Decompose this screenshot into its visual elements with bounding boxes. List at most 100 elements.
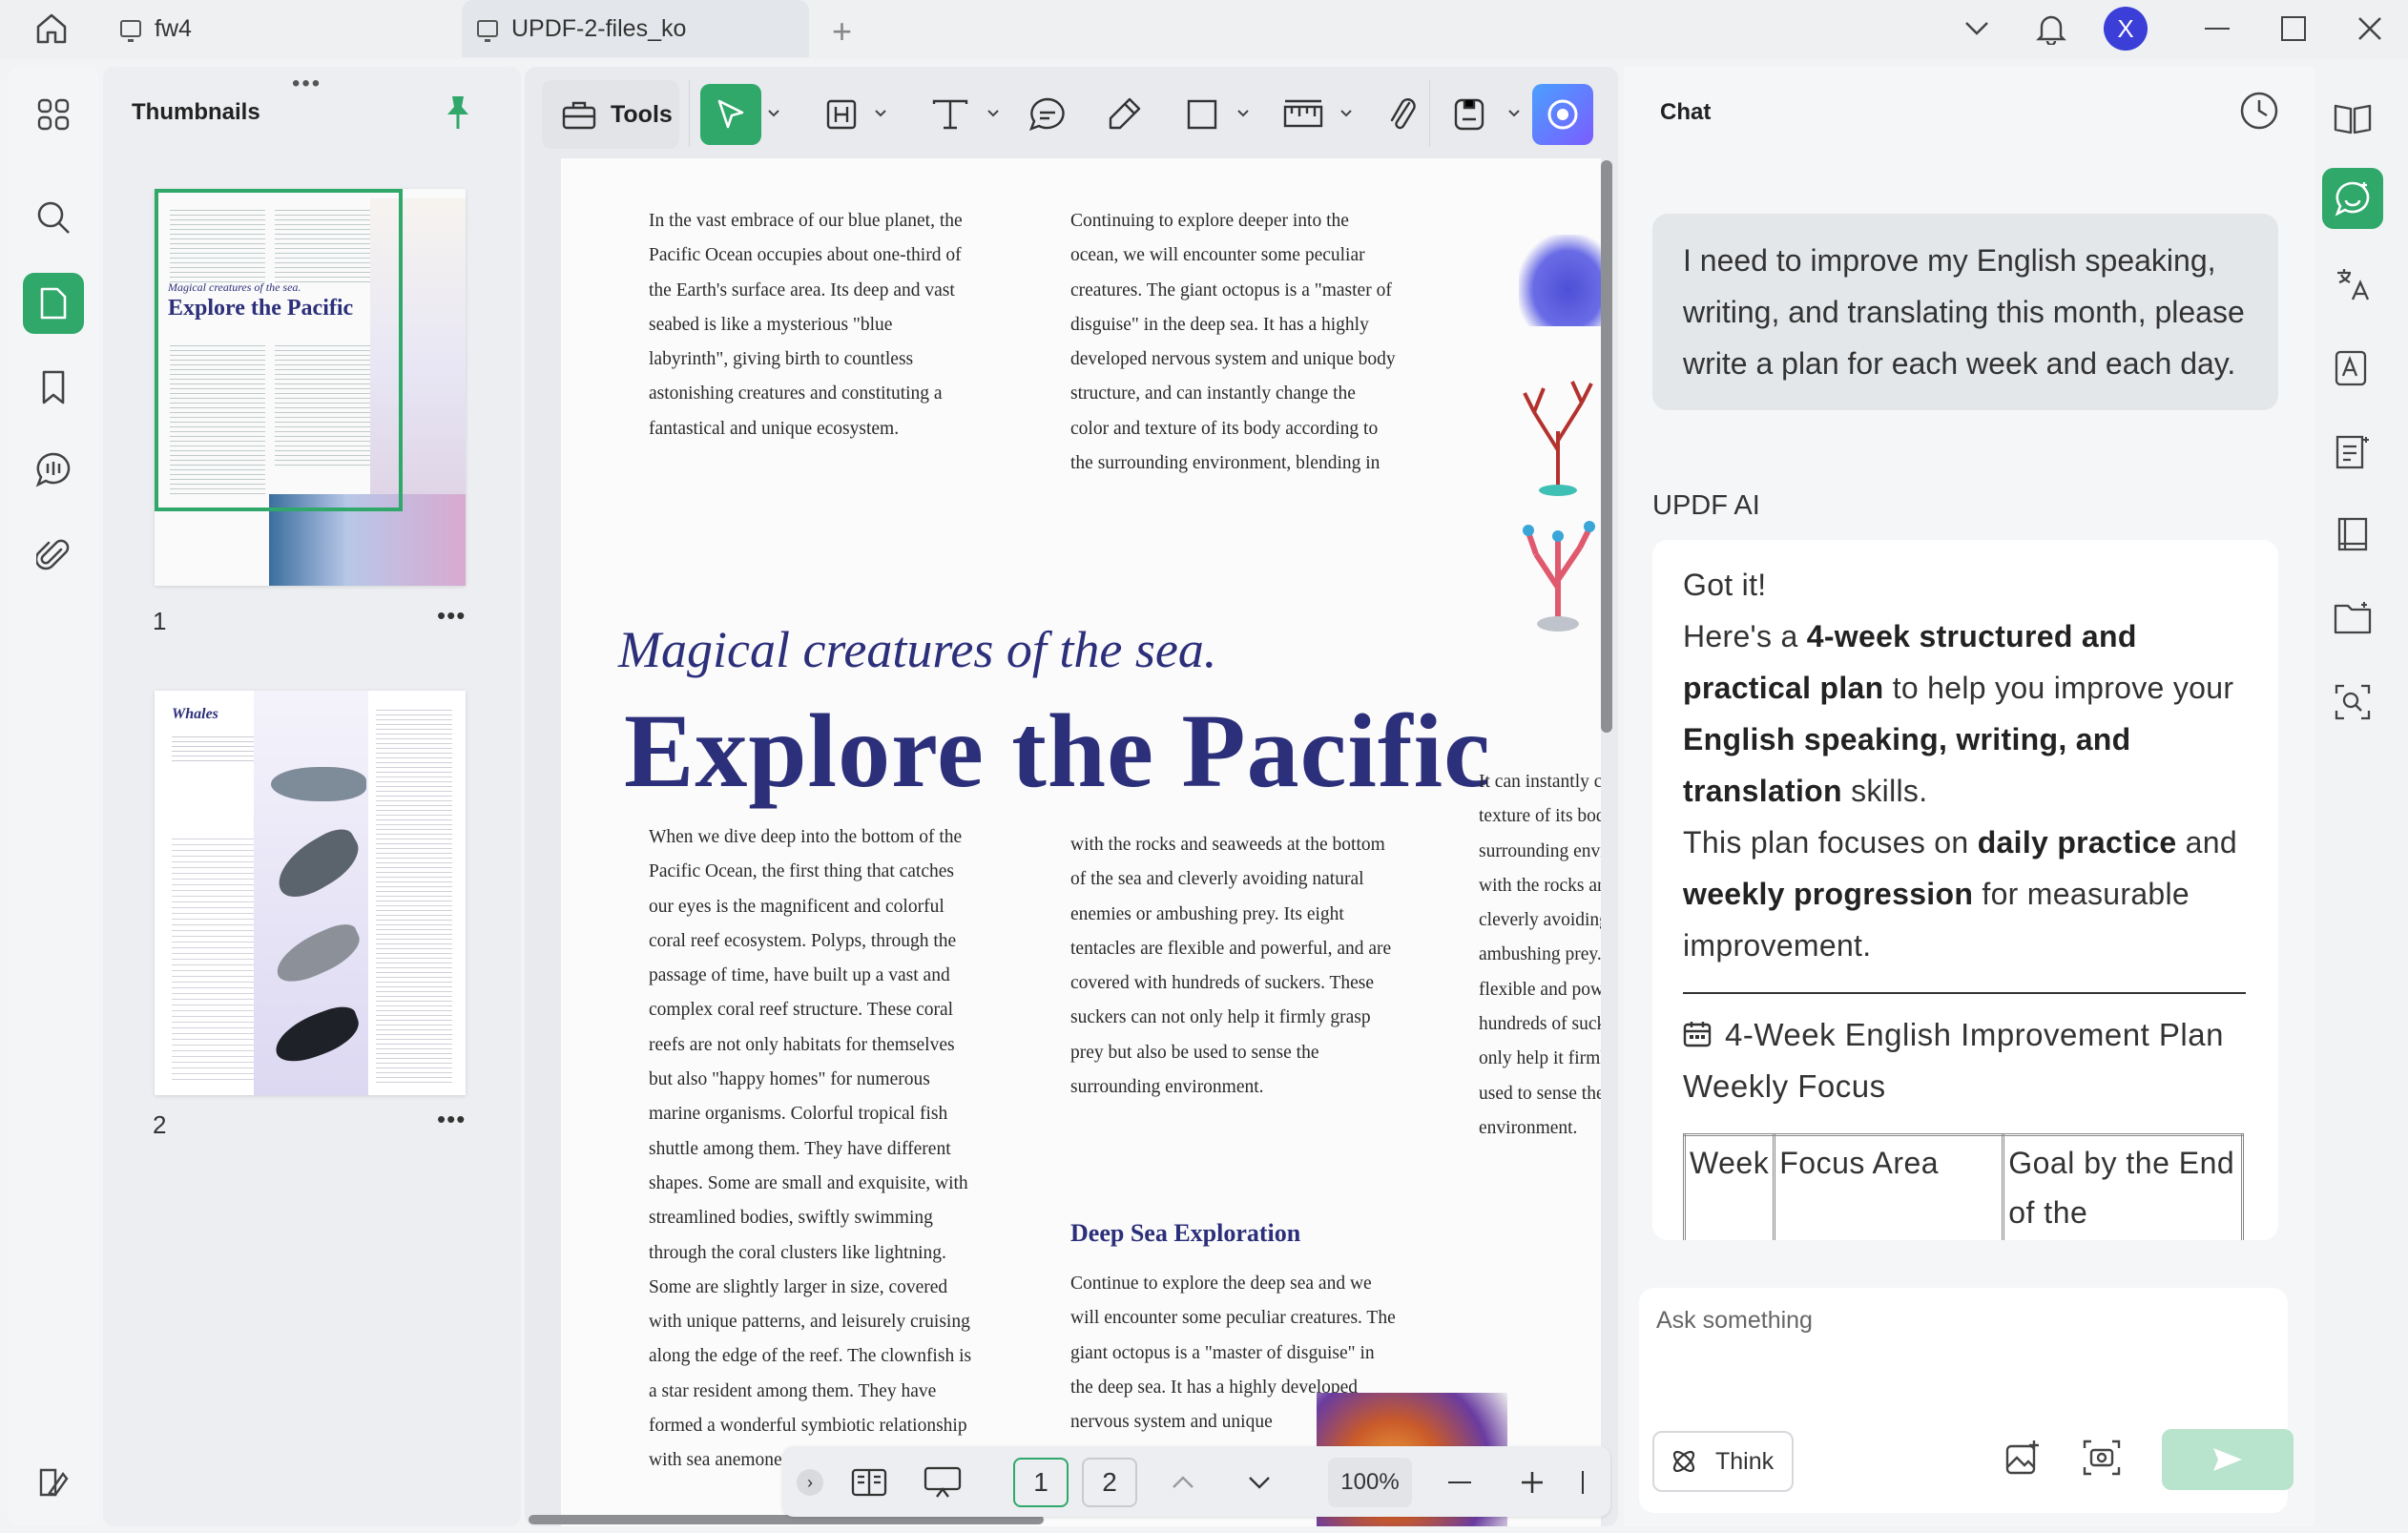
thumbnails-page-icon[interactable]	[23, 273, 84, 334]
title-bar: fw4 UPDF-2-files_ko + X	[0, 0, 2408, 59]
thumbnails-panel: ••• Thumbnails Magical creatures of the …	[103, 67, 521, 1526]
close-icon[interactable]	[2349, 0, 2391, 57]
presentation-icon[interactable]	[916, 1458, 969, 1507]
thumbnail-page-2[interactable]: Whales	[155, 691, 466, 1095]
think-button[interactable]: Think	[1652, 1431, 1794, 1492]
screenshot-camera-icon[interactable]	[2082, 1439, 2122, 1481]
chevron-down-icon[interactable]	[986, 107, 1000, 120]
updf-ai-icon[interactable]	[1532, 84, 1593, 145]
toolbox-icon	[562, 101, 596, 130]
minimize-icon[interactable]	[2196, 0, 2238, 57]
reader-book-icon[interactable]	[2322, 504, 2383, 565]
text-tool-icon[interactable]	[925, 88, 975, 141]
ask-input[interactable]	[1656, 1307, 2229, 1335]
new-tab-plus-icon[interactable]: +	[832, 11, 852, 52]
page-1-button[interactable]: 1	[1013, 1458, 1069, 1507]
bookmark-icon[interactable]	[23, 357, 84, 418]
pink-coral-image	[1515, 511, 1601, 635]
divider	[1683, 992, 2246, 994]
text-lines	[172, 733, 254, 761]
maximize-icon[interactable]	[2273, 0, 2315, 57]
stamp-icon[interactable]	[1444, 88, 1494, 141]
chevron-down-icon[interactable]	[1236, 107, 1250, 120]
attachment-icon[interactable]	[23, 525, 84, 586]
table-header: Focus Area	[1773, 1133, 2005, 1240]
ai-paragraph: This plan focuses on daily practice and …	[1683, 825, 2237, 963]
send-arrow-icon	[2213, 1448, 2242, 1471]
left-rail	[8, 67, 99, 1526]
page-layout-icon[interactable]	[845, 1458, 893, 1507]
thumb-title: Whales	[172, 706, 218, 722]
folder-export-icon[interactable]	[2322, 588, 2383, 649]
tab-updf-2-files[interactable]: UPDF-2-files_ko	[462, 0, 809, 57]
table-header: Goal by the End of the	[2002, 1133, 2244, 1240]
previous-page-icon[interactable]	[1164, 1458, 1202, 1507]
ai-chat-icon[interactable]	[2322, 168, 2383, 229]
edit-toolbar: Tools	[532, 74, 1610, 153]
send-button[interactable]	[2162, 1429, 2294, 1490]
table-header: Week	[1682, 1133, 1776, 1240]
history-clock-icon[interactable]	[2238, 90, 2280, 136]
avatar[interactable]: X	[2103, 0, 2149, 57]
highlighter-pen-icon[interactable]	[1099, 88, 1149, 141]
chevron-down-icon[interactable]	[1339, 107, 1353, 120]
zoom-in-icon[interactable]	[1513, 1458, 1551, 1507]
whale-shape	[271, 767, 366, 801]
divider	[1582, 1471, 1584, 1494]
more-options-icon[interactable]: •••	[437, 1105, 466, 1134]
layers-panel-icon[interactable]	[23, 1452, 84, 1513]
document-subtitle: Magical creatures of the sea.	[618, 621, 1217, 678]
plan-title: 4-Week English Improvement Plan	[1683, 1009, 2224, 1061]
attach-file-icon[interactable]	[1378, 88, 1427, 141]
page-2-button[interactable]: 2	[1082, 1458, 1137, 1507]
notification-bell-icon[interactable]	[2032, 0, 2070, 57]
book-reader-icon[interactable]	[2322, 88, 2383, 149]
pdf-page: In the vast embrace of our blue planet, …	[561, 158, 1601, 1526]
thumbnail-page-1[interactable]: Magical creatures of the sea. Explore th…	[155, 189, 466, 586]
user-message: I need to improve my English speaking, w…	[1652, 214, 2278, 410]
home-icon[interactable]	[32, 10, 71, 48]
chevron-down-icon[interactable]	[874, 107, 887, 120]
measure-ruler-icon[interactable]	[1278, 88, 1328, 141]
text-lines	[172, 834, 254, 1082]
search-icon[interactable]	[23, 187, 84, 248]
summarize-doc-icon[interactable]	[2322, 422, 2383, 483]
next-page-icon[interactable]	[1240, 1458, 1278, 1507]
ai-response-text: Got it! Here's a 4-week structured and p…	[1683, 559, 2255, 971]
drag-handle[interactable]: •••	[292, 71, 322, 97]
think-atom-icon	[1672, 1450, 1695, 1473]
chevron-down-icon[interactable]	[1507, 107, 1521, 120]
chevron-down-icon[interactable]	[1958, 0, 1996, 57]
monitor-icon	[120, 20, 141, 42]
vertical-scrollbar[interactable]	[1601, 160, 1612, 733]
translate-icon[interactable]	[2322, 254, 2383, 315]
apps-grid-icon[interactable]	[23, 84, 84, 145]
select-cursor-icon[interactable]	[700, 84, 761, 145]
calendar-icon	[1683, 1022, 1712, 1047]
heading-tool-icon[interactable]	[817, 88, 866, 141]
chat-panel: Chat I need to improve my English speaki…	[1624, 67, 2315, 1526]
pin-icon[interactable]	[443, 93, 473, 136]
tab-fw4[interactable]: fw4	[105, 0, 458, 57]
ai-response: Got it! Here's a 4-week structured and p…	[1652, 540, 2278, 1240]
zoom-level[interactable]: 100%	[1328, 1458, 1412, 1507]
rectangle-shape-icon[interactable]	[1177, 88, 1227, 141]
chevron-down-icon[interactable]	[767, 107, 780, 120]
red-coral-image	[1515, 374, 1601, 498]
tab-label: fw4	[155, 14, 192, 42]
comment-tool-icon[interactable]	[1023, 88, 1072, 141]
right-rail	[2318, 67, 2404, 1526]
expand-arrow-icon[interactable]: ›	[796, 1458, 824, 1507]
paragraph-coral-reef: When we dive deep into the bottom of the…	[649, 827, 972, 1471]
document-title: Explore the Pacific	[624, 693, 1491, 809]
plan-table: Week Focus Area Goal by the End of the	[1682, 1133, 2244, 1240]
ocr-text-icon[interactable]	[2322, 338, 2383, 399]
image-upload-icon[interactable]	[2003, 1439, 2042, 1481]
paragraph-tentacles: with the rocks and seaweeds at the botto…	[1070, 835, 1392, 1098]
zoom-out-icon[interactable]	[1441, 1458, 1479, 1507]
ai-search-icon[interactable]	[2322, 672, 2383, 733]
comments-icon[interactable]	[23, 439, 84, 500]
more-options-icon[interactable]: •••	[437, 601, 466, 631]
tools-button[interactable]: Tools	[542, 80, 679, 149]
page-navigation-bar: › 1 2 100%	[782, 1446, 1610, 1517]
